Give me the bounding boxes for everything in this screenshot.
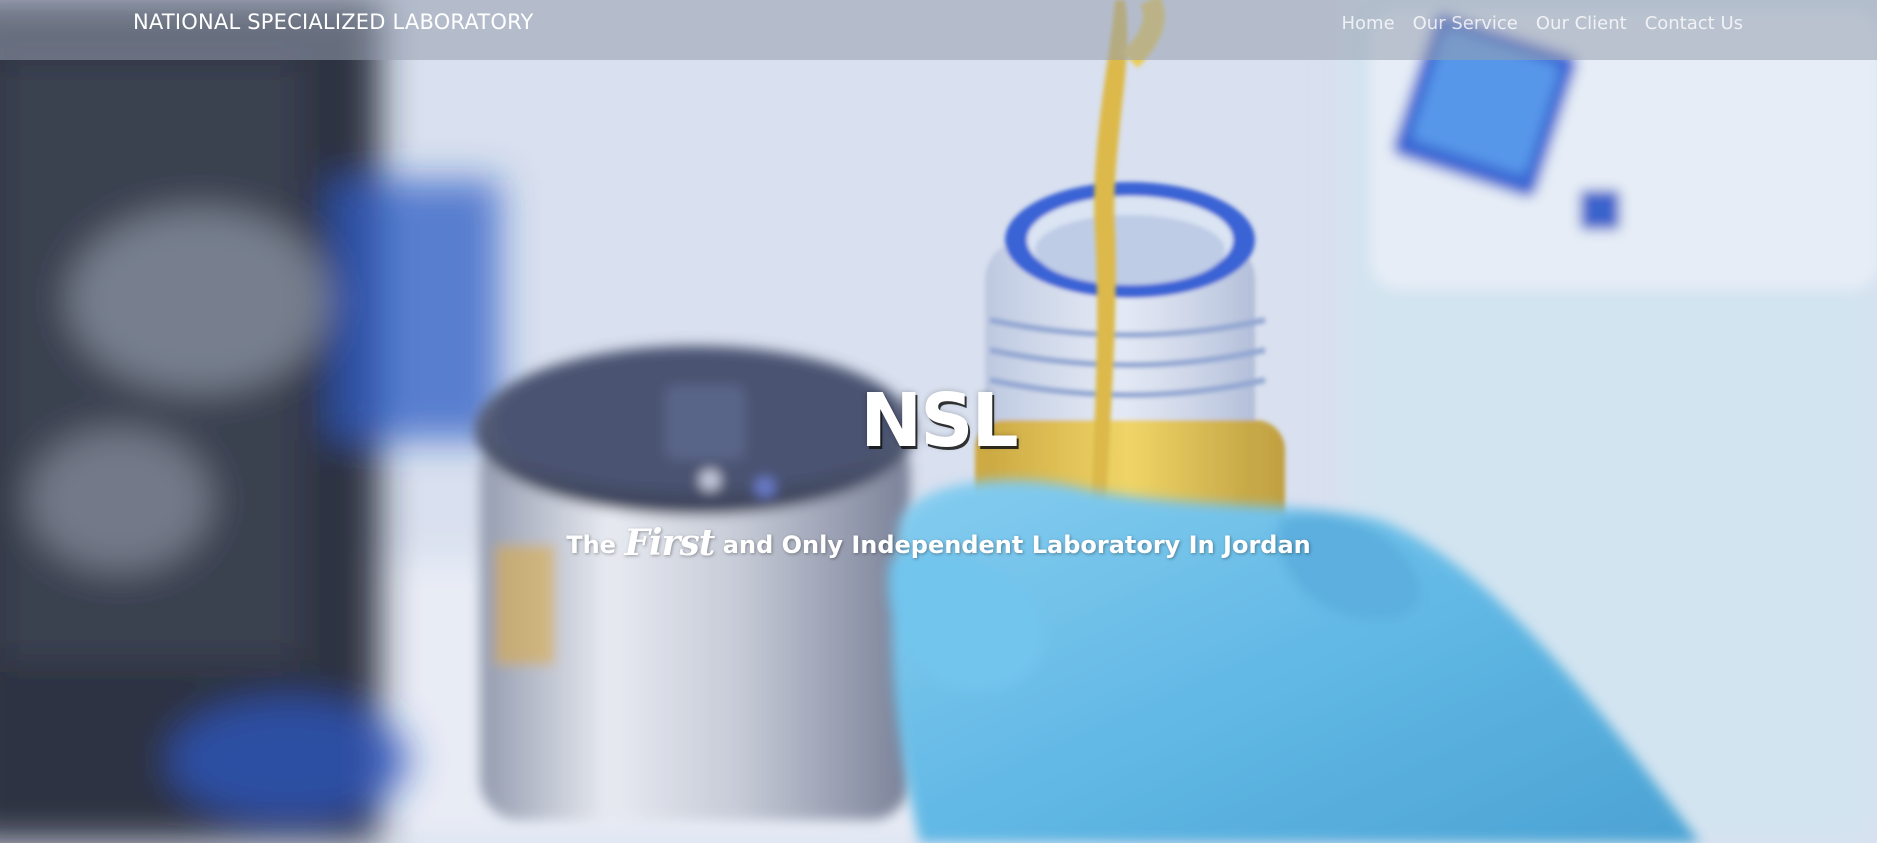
nav-link-contact-us[interactable]: Contact Us	[1645, 13, 1743, 34]
hero-title: NSL	[860, 378, 1018, 464]
tagline-emphasis: First	[624, 522, 715, 564]
hero-section: NATIONAL SPECIALIZED LABORATORY Home Our…	[0, 0, 1877, 843]
nav-links: Home Our Service Our Client Contact Us	[1341, 13, 1743, 34]
tagline-suffix: and Only Independent Laboratory In Jorda…	[722, 531, 1311, 559]
top-navbar: NATIONAL SPECIALIZED LABORATORY Home Our…	[0, 0, 1877, 60]
hero-tagline: The First and Only Independent Laborator…	[0, 522, 1877, 564]
nav-link-our-client[interactable]: Our Client	[1536, 13, 1627, 34]
tagline-prefix: The	[566, 531, 616, 559]
brand-link[interactable]: NATIONAL SPECIALIZED LABORATORY	[133, 10, 534, 34]
nav-link-our-service[interactable]: Our Service	[1413, 13, 1518, 34]
nav-link-home[interactable]: Home	[1341, 13, 1394, 34]
